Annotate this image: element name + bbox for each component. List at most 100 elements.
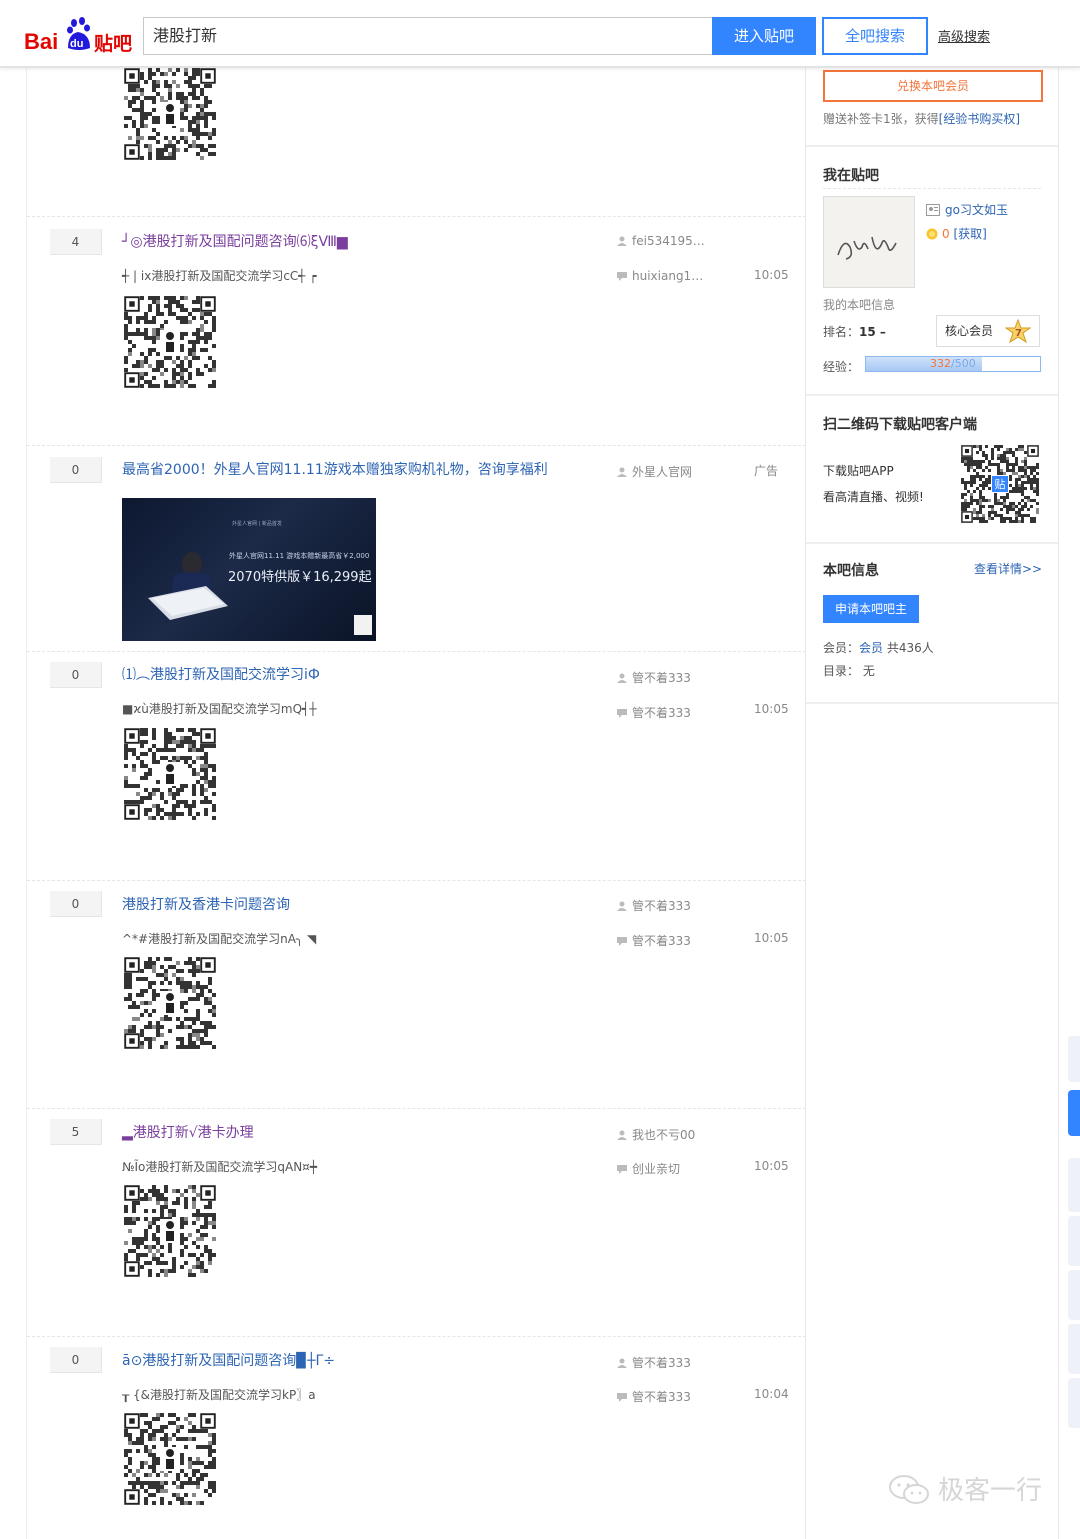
all-search-button[interactable]: 全吧搜索 bbox=[822, 17, 928, 55]
last-reply-name: 管不着333 bbox=[632, 706, 691, 720]
avatar[interactable] bbox=[823, 196, 915, 288]
watermark: 极客一行 bbox=[888, 1470, 1042, 1507]
ad-qr-thumb bbox=[354, 615, 372, 635]
ad-banner-image[interactable]: 外星人官网 | 新品首发 外星人官网11.11 游戏本赠新最高省￥2,000 2… bbox=[122, 498, 376, 641]
thread-title[interactable]: ā⊙港股打新及国配问题咨询▉┼Γ÷ bbox=[122, 1350, 335, 1370]
float-tool-3[interactable] bbox=[1068, 1158, 1080, 1212]
thread-list: 4 ┘◎港股打新及国配问题咨询⑹ξⅧ▆ ┽ | ix港股打新及国配交流学习cC┽… bbox=[26, 68, 806, 1539]
view-details-link[interactable]: 查看详情>> bbox=[974, 560, 1042, 577]
float-tool-1[interactable] bbox=[1068, 1036, 1080, 1082]
thread-author[interactable]: 管不着333 bbox=[617, 669, 691, 686]
author-name: 外星人官网 bbox=[632, 465, 693, 479]
wechat-icon bbox=[889, 1475, 929, 1504]
dir-value: 无 bbox=[862, 664, 875, 678]
exchange-membership-button[interactable]: 兑换本吧会员 bbox=[823, 70, 1043, 102]
rank-value: 15 – bbox=[859, 325, 886, 339]
laptop-graphic bbox=[148, 552, 228, 620]
thread-time: 10:05 bbox=[754, 268, 789, 282]
float-tool-4[interactable] bbox=[1068, 1216, 1080, 1266]
bar-info-title: 本吧信息 bbox=[823, 563, 879, 579]
last-reply-name: 创业亲切 bbox=[632, 1162, 681, 1176]
app-download-qr-code[interactable]: 贴 bbox=[961, 445, 1039, 523]
user-icon bbox=[617, 1130, 627, 1140]
thread-author[interactable]: 管不着333 bbox=[617, 897, 691, 914]
thread-time: 10:05 bbox=[754, 931, 789, 945]
reply-count: 5 bbox=[50, 1119, 102, 1145]
last-reply-user[interactable]: 创业亲切 bbox=[617, 1160, 680, 1177]
member-badge-text: 核心会员 bbox=[945, 324, 994, 338]
last-reply-user[interactable]: 管不着333 bbox=[617, 704, 691, 721]
thread-author[interactable]: 管不着333 bbox=[617, 1354, 691, 1371]
ad-banner-brand: 外星人官网 | 新品首发 bbox=[232, 521, 282, 527]
apply-bar-owner-button[interactable]: 申请本吧吧主 bbox=[823, 595, 919, 623]
ad-banner-price: 2070特供版￥16,299起 bbox=[228, 570, 372, 585]
qr-code-image[interactable] bbox=[124, 1413, 216, 1505]
svg-text:du: du bbox=[70, 38, 83, 50]
member-link[interactable]: 会员 bbox=[859, 641, 883, 655]
exchange-tip-text: 赠送补签卡1张，获得 bbox=[823, 112, 939, 126]
my-tieba-title: 我在贴吧 bbox=[823, 168, 879, 184]
ad-title[interactable]: 最高省2000！外星人官网11.11游戏本赠独家购机礼物，咨询享福利 bbox=[122, 459, 548, 479]
exp-text: 332/500 bbox=[930, 357, 976, 371]
thread-divider bbox=[27, 1336, 806, 1337]
tdou-coins: 0 [获取] bbox=[926, 225, 987, 242]
member-label: 会员： bbox=[823, 641, 860, 655]
sidebar: 兑换本吧会员 赠送补签卡1张，获得[经验书购买权] 我在贴吧 go习文如玉 0 … bbox=[806, 68, 1059, 1539]
thread-abstract: №Ĩo港股打新及国配交流学习qAN¤┿ bbox=[122, 1160, 318, 1174]
user-icon bbox=[617, 467, 627, 477]
username[interactable]: go习文如玉 bbox=[926, 201, 1008, 218]
qr-code-image[interactable] bbox=[124, 728, 216, 820]
thread-title[interactable]: ┘◎港股打新及国配问题咨询⑹ξⅧ▆ bbox=[122, 231, 348, 251]
last-reply-user[interactable]: huixiang1… bbox=[617, 269, 703, 283]
reply-count: 0 bbox=[50, 662, 102, 688]
thread-time: 10:05 bbox=[754, 1159, 789, 1173]
user-card-icon bbox=[926, 204, 940, 216]
float-tool-2[interactable] bbox=[1068, 1090, 1080, 1136]
coin-icon bbox=[926, 228, 938, 240]
thread-title[interactable]: 港股打新及香港卡问题咨询 bbox=[122, 894, 290, 914]
last-reply-name: 管不着333 bbox=[632, 1390, 691, 1404]
thread-title[interactable]: ▂港股打新√港卡办理 bbox=[122, 1122, 254, 1142]
last-reply-user[interactable]: 管不着333 bbox=[617, 932, 691, 949]
reply-count: 4 bbox=[50, 229, 102, 255]
exp-label: 经验： bbox=[823, 360, 860, 374]
baidu-tieba-logo[interactable]: Bai du 贴吧 bbox=[24, 16, 136, 56]
author-name: 我也不亏00 bbox=[632, 1128, 696, 1142]
exp-progress-bar: 332/500 bbox=[865, 356, 1041, 372]
rank: 排名：15 – bbox=[823, 323, 886, 340]
member-level: 7 bbox=[1015, 328, 1022, 339]
thread-divider bbox=[27, 880, 806, 881]
reply-count: 0 bbox=[50, 891, 102, 917]
comment-icon bbox=[617, 709, 627, 718]
last-reply-user[interactable]: 管不着333 bbox=[617, 1388, 691, 1405]
qr-code-image[interactable] bbox=[124, 68, 216, 160]
my-bar-info-label: 我的本吧信息 bbox=[823, 298, 896, 312]
float-tool-6[interactable] bbox=[1068, 1324, 1080, 1374]
thread-title[interactable]: ⑴︵港股打新及国配交流学习iФ bbox=[122, 664, 320, 684]
sidebar-divider bbox=[823, 188, 1041, 189]
search-input[interactable]: 港股打新 bbox=[143, 17, 712, 55]
advanced-search-link[interactable]: 高级搜索 bbox=[938, 26, 990, 45]
reply-count: 0 bbox=[50, 1347, 102, 1373]
comment-icon bbox=[617, 272, 627, 281]
exp-book-link[interactable]: [经验书购买权] bbox=[939, 112, 1020, 126]
get-coins-link[interactable]: [获取] bbox=[953, 227, 986, 241]
qr-code-image[interactable] bbox=[124, 957, 216, 1049]
float-tool-5[interactable] bbox=[1068, 1270, 1080, 1320]
member-info: 会员：会员 共436人 bbox=[823, 639, 934, 656]
sidebar-divider bbox=[806, 145, 1058, 147]
user-icon bbox=[617, 673, 627, 683]
thread-author[interactable]: 我也不亏00 bbox=[617, 1126, 695, 1143]
signature-avatar bbox=[824, 197, 914, 287]
thread-time: 10:04 bbox=[754, 1387, 789, 1401]
thread-author[interactable]: 外星人官网 bbox=[617, 463, 692, 480]
last-reply-name: huixiang1… bbox=[632, 269, 704, 283]
qr-code-image[interactable] bbox=[124, 296, 216, 388]
member-level-badge[interactable]: 核心会员 7 bbox=[936, 315, 1040, 347]
float-tool-7[interactable] bbox=[1068, 1378, 1080, 1428]
qr-code-image[interactable] bbox=[124, 1185, 216, 1277]
thread-author[interactable]: fei534195… bbox=[617, 234, 705, 248]
ad-banner-text: 外星人官网11.11 游戏本赠新最高省￥2,000 bbox=[229, 552, 370, 560]
app-line-1: 下载贴吧APP bbox=[823, 464, 894, 478]
enter-tieba-button[interactable]: 进入贴吧 bbox=[712, 17, 816, 55]
